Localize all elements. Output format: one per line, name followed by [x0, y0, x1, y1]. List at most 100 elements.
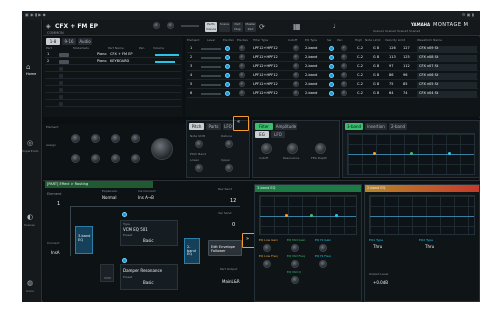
tab-parts[interactable]: Parts: [206, 123, 221, 130]
cutoff-knob[interactable]: [293, 90, 299, 96]
home-icon[interactable]: ⌂: [26, 64, 30, 71]
cutoff-knob[interactable]: [293, 81, 299, 87]
note-limit-high[interactable]: G 8: [373, 46, 379, 51]
velocity-limit-high[interactable]: 112: [403, 64, 410, 69]
ins-a-switch[interactable]: [122, 212, 127, 217]
element-row[interactable]: 1 LPF12+HPF12 2-band C-2 G 8 126 127 CFX v09 St: [187, 45, 478, 53]
grid-icon[interactable]: ▦: [293, 23, 301, 31]
pb-lower-knob[interactable]: [195, 164, 203, 172]
eq-high-point[interactable]: [448, 152, 451, 155]
cutoff-knob[interactable]: [293, 63, 299, 69]
eq-mid-point[interactable]: [410, 152, 413, 155]
pan-knob[interactable]: [341, 45, 347, 51]
level-slider[interactable]: [201, 75, 221, 77]
common-label[interactable]: COMMON: [47, 31, 64, 36]
waveform-name[interactable]: CFX v06 St: [419, 73, 438, 78]
eq-hi-gain-knob[interactable]: [319, 244, 327, 252]
resonance-knob[interactable]: [287, 143, 298, 154]
velocity-limit-high[interactable]: 125: [403, 55, 410, 60]
edit-envelope-follower-button[interactable]: Edit Envelope Follower: [208, 240, 242, 256]
eq-switch[interactable]: [329, 64, 334, 69]
ins-a-box[interactable]: Type VCM EQ 501 Preset Basic: [120, 220, 178, 246]
note-limit-low[interactable]: C-2: [357, 55, 363, 60]
element-switch[interactable]: [225, 46, 230, 51]
tab-lfo[interactable]: LFO: [223, 123, 233, 130]
eq-mid-gain-knob[interactable]: [291, 244, 299, 252]
performance-name[interactable]: CFX + FM EP: [55, 24, 98, 30]
vcm-icon[interactable]: VCM: [100, 264, 114, 282]
filter-type[interactable]: LPF12+HPF12: [253, 55, 278, 60]
two-band-eq-block[interactable]: 2-band EQ: [184, 238, 200, 264]
assign-knob-8[interactable]: [131, 154, 140, 163]
cutoff-knob[interactable]: [261, 143, 272, 154]
element-row[interactable]: 3 LPF12+HPF12 2-band C-2 G 8 97 112 CFX v07 St: [187, 63, 478, 71]
eq1-type-value[interactable]: Thru: [373, 245, 382, 249]
waveform-name[interactable]: CFX v08 St: [419, 55, 438, 60]
ins-a-type-value[interactable]: VCM EQ 501: [123, 228, 148, 232]
eq-low-point[interactable]: [373, 152, 376, 155]
ins-a-preset-value[interactable]: Basic: [143, 239, 154, 243]
part-row[interactable]: 2 Piano KEYBOARD: [45, 59, 181, 65]
ele-rev-knob[interactable]: [239, 72, 245, 78]
eq3-low-point[interactable]: [285, 214, 288, 217]
tab-amplitude[interactable]: Amplitude: [275, 123, 297, 130]
element-switch[interactable]: [225, 64, 230, 69]
ins-b-switch[interactable]: [122, 258, 127, 263]
note-limit-low[interactable]: C-2: [357, 73, 363, 78]
velocity-limit-low[interactable]: 86: [389, 73, 393, 78]
tempo-icon[interactable]: ♩: [333, 24, 336, 30]
element-switch[interactable]: [225, 91, 230, 96]
element-value[interactable]: 1: [57, 202, 60, 207]
level-slider[interactable]: [201, 66, 221, 68]
tab-2-band[interactable]: 2-band: [389, 123, 407, 130]
volume-bar[interactable]: [155, 54, 179, 56]
note-limit-high[interactable]: G 8: [373, 91, 379, 96]
note-limit-high[interactable]: G 8: [373, 73, 379, 78]
waveform-name[interactable]: CFX v04 St: [419, 91, 438, 96]
level-slider[interactable]: [201, 57, 221, 59]
tempo-knob[interactable]: [153, 22, 160, 29]
eq-switch[interactable]: [329, 73, 334, 78]
tab-filter[interactable]: Filter: [255, 123, 273, 130]
expansion-value[interactable]: Normal: [102, 196, 116, 200]
velocity-limit-low[interactable]: 97: [389, 64, 393, 69]
part-row-empty[interactable]: [45, 73, 181, 79]
cutoff-knob[interactable]: [293, 72, 299, 78]
three-band-eq-block[interactable]: 3-band EQ: [75, 226, 93, 254]
var-send-value[interactable]: 0: [232, 223, 235, 228]
eq-mid-freq-knob[interactable]: [291, 260, 299, 268]
eq-switch[interactable]: [329, 46, 334, 51]
highlight-expand-button[interactable]: «: [233, 116, 249, 131]
filter-type[interactable]: LPF12+HPF12: [253, 46, 278, 51]
filter-type[interactable]: LPF12+HPF12: [253, 64, 278, 69]
volume-slider[interactable]: [181, 25, 199, 27]
level-slider[interactable]: [201, 84, 221, 86]
pan-knob[interactable]: [341, 72, 347, 78]
eq-switch[interactable]: [329, 55, 334, 60]
ele-rev-knob[interactable]: [239, 45, 245, 51]
element-switch[interactable]: [225, 73, 230, 78]
part-row[interactable]: 1 Piano CFX + FM EP: [45, 52, 181, 58]
eq-type[interactable]: 2-band: [305, 64, 317, 69]
velocity-limit-high[interactable]: 96: [403, 73, 407, 78]
eq3-mid-point[interactable]: [310, 214, 313, 217]
eq-mini-graph[interactable]: [347, 133, 475, 175]
performance-button[interactable]: Perfo mance: [205, 22, 217, 32]
assign-knob-2[interactable]: [91, 134, 100, 143]
eq3-high-point[interactable]: [335, 214, 338, 217]
part-output-value[interactable]: MainL&R: [222, 280, 240, 284]
refresh-icon[interactable]: ⟳: [259, 24, 265, 31]
sync-knob[interactable]: [167, 22, 174, 29]
assign-knob-5[interactable]: [71, 154, 80, 163]
pan-knob[interactable]: [341, 81, 347, 87]
eq-mid-q-knob[interactable]: [291, 276, 299, 284]
super-knob[interactable]: [151, 138, 173, 160]
filter-type[interactable]: LPF12+HPF12: [253, 91, 278, 96]
scene-button[interactable]: Scene: [219, 22, 230, 32]
note-limit-low[interactable]: C-2: [357, 91, 363, 96]
velocity-limit-high[interactable]: 74: [403, 91, 407, 96]
pan-knob[interactable]: [341, 54, 347, 60]
assign-knob-4[interactable]: [131, 134, 140, 143]
waveform-name[interactable]: CFX v09 St: [419, 46, 438, 51]
note-limit-low[interactable]: C-2: [357, 64, 363, 69]
